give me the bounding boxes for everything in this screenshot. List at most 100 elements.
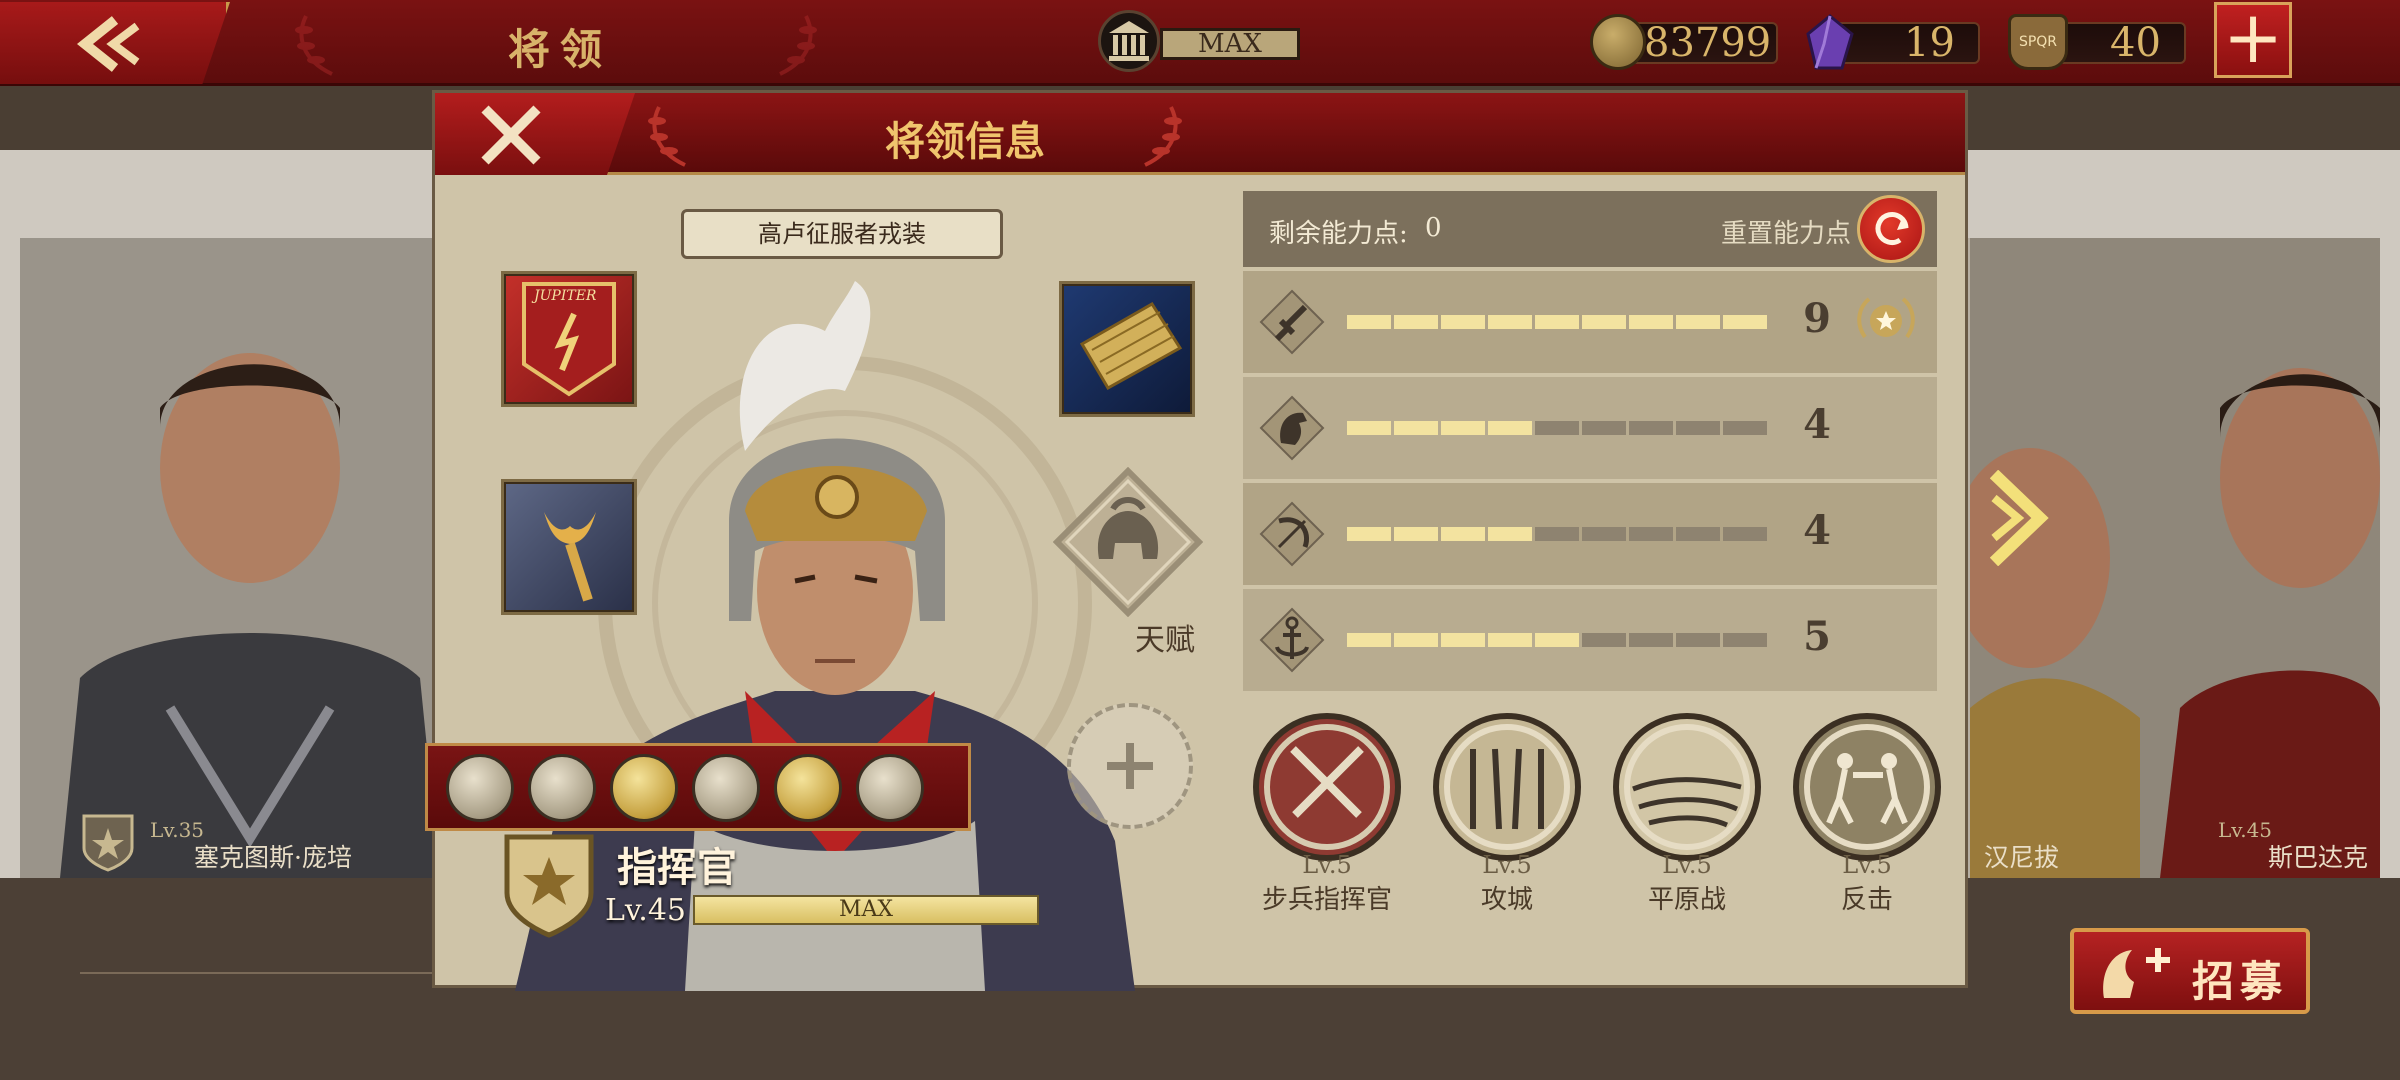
attr-bar-segment: [1723, 421, 1767, 435]
helmet-plus-icon: [2103, 948, 2170, 998]
right-general-2-level: Lv.45: [2218, 818, 2273, 842]
attr-bar-segment: [1488, 315, 1532, 329]
attr-bar-segment: [1676, 421, 1720, 435]
right-general-2-name: 斯巴达克: [2268, 843, 2369, 872]
attr-bar-segment: [1441, 421, 1485, 435]
add-slot-button[interactable]: [1067, 703, 1193, 829]
anchor-icon: [1259, 607, 1325, 673]
attr-bar-segment: [1676, 527, 1720, 541]
attr-bar-segment: [1629, 315, 1673, 329]
general-info-modal: 将领信息 高卢征服者戎装 JUPITER 天赋 指挥官 Lv.45 MAX 剩余…: [425, 90, 1968, 991]
attr-row-infantry: 9: [1243, 271, 1937, 373]
attr-bar-segment: [1441, 527, 1485, 541]
skill-coin-shield-icon[interactable]: [774, 754, 842, 822]
crossed-swords-icon: [1253, 713, 1401, 861]
attr-bar-segment: [1394, 315, 1438, 329]
left-general-name: 塞克图斯·庞培: [194, 843, 352, 872]
eagle-standard-icon: [544, 512, 596, 602]
eagle-standard-item-slot[interactable]: [501, 479, 637, 615]
back-button[interactable]: [0, 2, 230, 84]
skill-coin-standard-icon[interactable]: [528, 754, 596, 822]
laurel-left-icon: [295, 15, 333, 76]
modal-header: 将领信息: [435, 93, 1965, 175]
attr-bar-segment: [1441, 633, 1485, 647]
laurel-right-icon: [779, 15, 817, 76]
duel-icon: [1793, 713, 1941, 861]
attr-bar-segment: [1582, 527, 1626, 541]
attr-bar-segment: [1347, 527, 1391, 541]
banner-item-slot[interactable]: JUPITER: [501, 271, 637, 407]
close-icon: [481, 105, 541, 165]
general-level: Lv.45: [605, 893, 687, 928]
points-value: 0: [1425, 213, 1442, 243]
attr-bar-segment: [1347, 421, 1391, 435]
spqr-token-icon: SPQR: [2008, 14, 2068, 70]
close-button[interactable]: [435, 93, 635, 175]
horse-icon: [1259, 395, 1325, 461]
skill-coin-horn-icon[interactable]: [856, 754, 924, 822]
left-general-portrait[interactable]: [20, 238, 440, 878]
specialty-level: Lv.5: [1482, 851, 1532, 879]
attr-bar-segment: [1394, 633, 1438, 647]
specialty-level: Lv.5: [1662, 851, 1712, 879]
attr-bar-segment: [1535, 633, 1579, 647]
ability-points-bar: 剩余能力点: 0 重置能力点: [1243, 191, 1937, 267]
attr-row-cavalry: 4: [1243, 377, 1937, 479]
attr-bar-segment: [1394, 421, 1438, 435]
coins-value: 83799: [1644, 20, 1772, 66]
talent-helmet-icon[interactable]: [1053, 467, 1203, 617]
scroll-item-slot[interactable]: [1059, 281, 1195, 417]
left-general-rank-icon: [82, 814, 134, 872]
attr-bar-segment: [1723, 633, 1767, 647]
modal-title: 将领信息: [885, 118, 1045, 165]
rank-title: 指挥官: [617, 844, 737, 891]
tokens-value: 40: [2110, 20, 2161, 66]
specialty-level: Lv.5: [1302, 851, 1352, 879]
attr-bar-segment: [1394, 527, 1438, 541]
attr-bar-segment: [1676, 315, 1720, 329]
siege-wall-icon: [1433, 713, 1581, 861]
attr-bar-segment: [1488, 633, 1532, 647]
skill-coin-compass-icon[interactable]: [692, 754, 760, 822]
recruit-button[interactable]: 招募: [2070, 928, 2310, 1014]
bottom-divider: [80, 972, 480, 974]
attr-bar-segment: [1535, 421, 1579, 435]
commander-rank-icon: [504, 834, 594, 938]
star-laurel-icon: [1857, 297, 1915, 339]
attr-value: 4: [1803, 507, 1831, 554]
attr-bar-segment: [1629, 421, 1673, 435]
temple-capacity-icon[interactable]: [1098, 10, 1160, 72]
attr-bar-segment: [1582, 421, 1626, 435]
specialty-name: 平原战: [1647, 885, 1726, 915]
attr-bar-segment: [1441, 315, 1485, 329]
skill-coin-eagle-icon[interactable]: [446, 754, 514, 822]
refresh-icon: [1875, 212, 1909, 245]
attr-bar-segment: [1723, 527, 1767, 541]
reset-points-button[interactable]: [1857, 195, 1925, 263]
talent-label: 天赋: [1135, 623, 1195, 658]
attr-value: 9: [1803, 295, 1831, 342]
outfit-label[interactable]: 高卢征服者戎装: [681, 209, 1003, 259]
attr-row-naval: 5: [1243, 589, 1937, 691]
top-bar: 将领 MAX 83799 19 40 SPQR +: [0, 0, 2400, 86]
reset-label: 重置能力点: [1721, 219, 1852, 249]
attr-bar-segment: [1676, 633, 1720, 647]
coin-icon: [1590, 14, 1646, 70]
bow-icon: [1259, 501, 1325, 567]
attr-bar-segment: [1488, 421, 1532, 435]
add-resource-button[interactable]: +: [2214, 1, 2292, 78]
gem-icon: [1806, 14, 1854, 70]
plains-icon: [1613, 713, 1761, 861]
attr-bar-segment: [1582, 633, 1626, 647]
gems-value: 19: [1904, 20, 1955, 66]
attr-bar-segment: [1629, 633, 1673, 647]
attr-bar-segment: [1535, 315, 1579, 329]
plus-icon: [1107, 743, 1153, 789]
attr-bar-segment: [1535, 527, 1579, 541]
level-progress-bar: MAX: [693, 895, 1039, 925]
next-general-arrow-icon[interactable]: [1990, 470, 2050, 566]
attr-bar-segment: [1723, 315, 1767, 329]
attr-bar-segment: [1347, 633, 1391, 647]
skill-coin-temple-icon[interactable]: [610, 754, 678, 822]
sword-icon: [1259, 289, 1325, 355]
